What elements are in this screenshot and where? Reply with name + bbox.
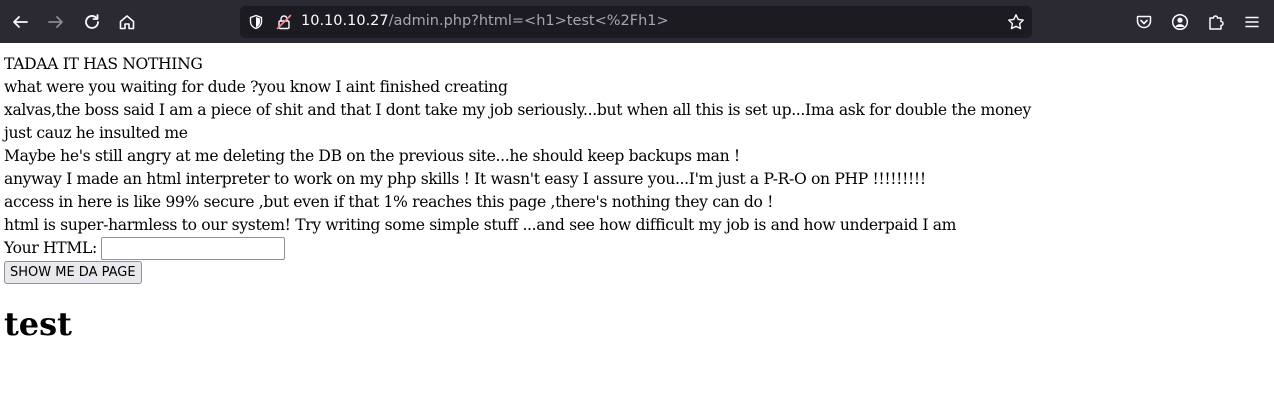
page-text-line: Maybe he's still angry at me deleting th… [4,147,740,165]
puzzle-piece-icon [1209,15,1224,30]
page-text-line: xalvas,the boss said I am a piece of shi… [4,101,1032,119]
account-button[interactable] [1166,8,1194,36]
pocket-icon [1136,15,1152,29]
page-text-line: html is super-harmless to our system! Tr… [4,216,957,234]
extensions-button[interactable] [1202,8,1230,36]
page-text-line: just cauz he insulted me [4,124,188,142]
account-icon [1171,13,1189,31]
html-input-label: Your HTML: [4,239,97,257]
show-page-button[interactable]: SHOW ME DA PAGE [4,261,142,284]
home-button[interactable] [113,8,141,36]
reload-icon [85,14,99,29]
rendered-html-heading: test [4,305,72,343]
url-path: /admin.php?html=<h1>test<%2Fh1> [388,13,669,29]
arrow-left-icon [13,16,28,28]
star-icon [1008,14,1024,30]
back-button[interactable] [6,8,34,36]
page-text-line: what were you waiting for dude ?you know… [4,78,508,96]
page-content: TADAA IT HAS NOTHING what were you waiti… [0,43,1274,344]
tracking-shield-icon[interactable] [246,12,266,32]
url-text[interactable]: 10.10.10.27/admin.php?html=<h1>test<%2Fh… [301,13,669,29]
insecure-lock-icon[interactable] [274,12,294,32]
html-input[interactable] [100,237,285,260]
hamburger-menu-icon [1245,16,1259,28]
url-host: 10.10.10.27 [301,13,389,29]
app-menu-button[interactable] [1238,8,1266,36]
page-text-line: access in here is like 99% secure ,but e… [4,193,774,211]
url-bar[interactable]: 10.10.10.27/admin.php?html=<h1>test<%2Fh… [240,6,1032,38]
arrow-right-icon [48,16,63,28]
page-text-line: anyway I made an html interpreter to wor… [4,170,926,188]
pocket-button[interactable] [1130,8,1158,36]
reload-button[interactable] [78,8,106,36]
forward-button[interactable] [42,8,70,36]
page-text-line: TADAA IT HAS NOTHING [4,55,203,73]
bookmark-star-button[interactable] [1006,12,1026,32]
html-form: Your HTML: [4,237,1270,260]
browser-toolbar: 10.10.10.27/admin.php?html=<h1>test<%2Fh… [0,0,1274,43]
home-icon [119,15,135,30]
